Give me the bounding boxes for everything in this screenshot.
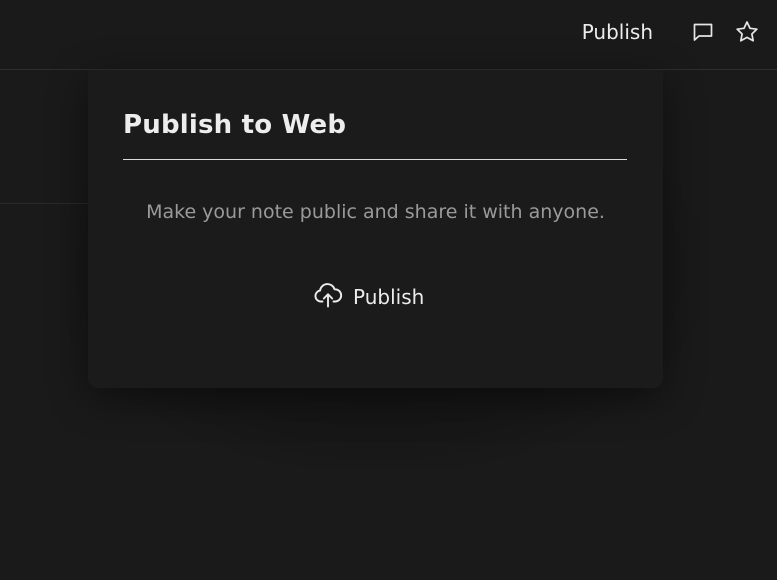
publish-button-label: Publish [353, 285, 425, 309]
top-bar: Publish [0, 0, 777, 70]
popover-title: Publish to Web [123, 110, 347, 140]
top-actions: Publish [582, 16, 763, 48]
background-divider [0, 203, 90, 204]
app-window: Publish Publish to Web Make your note pu… [0, 0, 777, 580]
cloud-upload-icon [313, 281, 343, 313]
publish-button[interactable]: Publish [313, 279, 424, 315]
publish-popover: Publish to Web Make your note public and… [88, 70, 663, 388]
title-divider [123, 159, 627, 160]
comment-icon [691, 20, 715, 44]
comments-button[interactable] [687, 16, 719, 48]
star-icon [734, 19, 760, 45]
publish-menu-button[interactable]: Publish [582, 20, 675, 44]
favorite-button[interactable] [731, 16, 763, 48]
popover-description: Make your note public and share it with … [146, 201, 605, 223]
